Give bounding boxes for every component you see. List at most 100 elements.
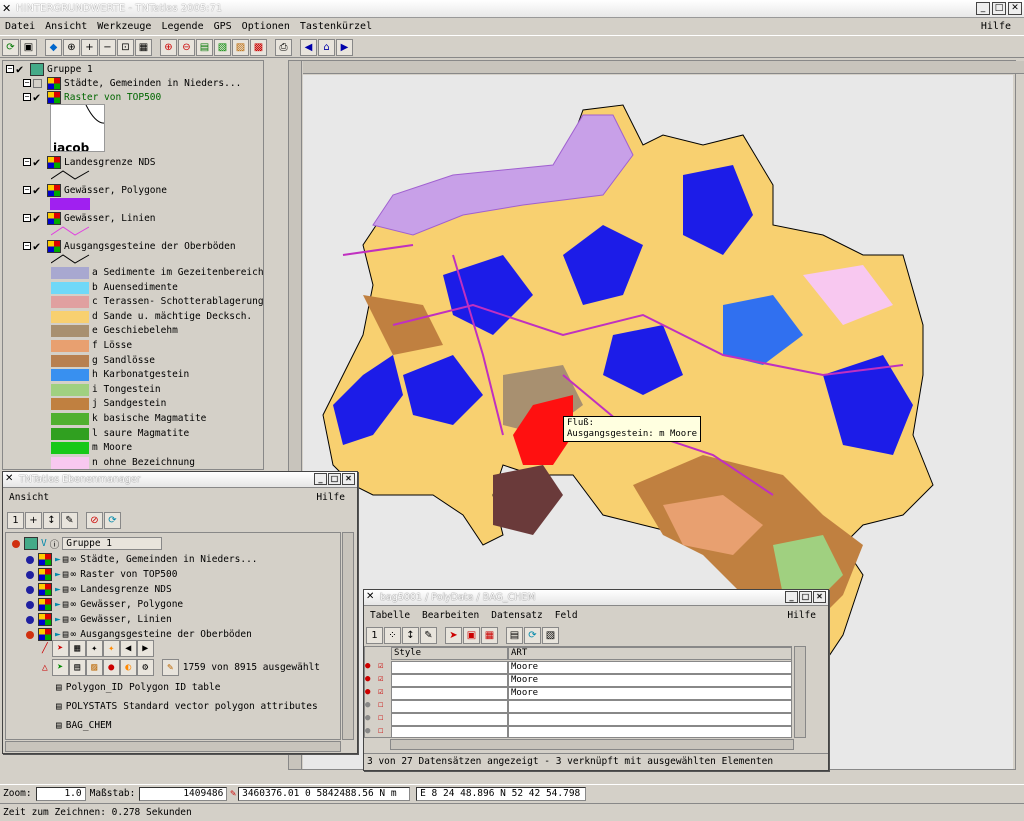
print-icon[interactable]: ⎙ <box>275 39 292 56</box>
collapse-icon[interactable]: − <box>23 214 31 222</box>
row-checkbox[interactable]: ☑ <box>378 687 391 700</box>
minimize-button[interactable]: _ <box>785 591 798 603</box>
selected-arrow-icon[interactable]: ➤ <box>51 659 69 676</box>
zoom-area-icon[interactable]: ⊕ <box>63 39 80 56</box>
table-row[interactable]: ● ☐ <box>365 713 791 726</box>
menu-legende[interactable]: Legende <box>156 21 208 32</box>
layer-manager-hscroll[interactable] <box>5 741 341 752</box>
select-pointer-icon[interactable]: ➤ <box>51 640 69 657</box>
edit-icon[interactable]: ✎ <box>420 627 437 644</box>
table-row[interactable]: ●☑Moore14 <box>365 687 791 700</box>
glasses-icon[interactable]: ∞ <box>70 554 76 565</box>
glasses-icon[interactable]: ∞ <box>70 599 76 610</box>
cell-style[interactable] <box>391 661 508 674</box>
info-icon[interactable]: ⓘ <box>50 537 60 551</box>
legend-group[interactable]: − ✔ Gruppe 1 <box>6 62 93 76</box>
collapse-icon[interactable]: − <box>23 93 31 101</box>
checkmark-icon[interactable]: ✔ <box>33 211 45 225</box>
grid-icon[interactable]: ▤ <box>68 659 86 676</box>
layer-manager-layer[interactable]: ► ▤ ∞ Landesgrenze NDS <box>26 582 172 597</box>
cell-art[interactable]: Moore <box>508 674 791 687</box>
status-dot[interactable] <box>26 555 34 564</box>
collapse-icon[interactable]: − <box>23 242 31 250</box>
checkmark-icon[interactable]: ✔ <box>33 155 45 169</box>
menu-ansicht[interactable]: Ansicht <box>40 21 92 32</box>
layer-manager-layer[interactable]: ► ▤ ∞ Gewässer, Polygone <box>26 597 183 612</box>
select-grid-icon[interactable]: ▦ <box>481 627 498 644</box>
collapse-icon[interactable]: − <box>23 158 31 166</box>
minimize-button[interactable]: _ <box>314 473 327 485</box>
next-icon[interactable]: ▶ <box>136 640 154 657</box>
add-group-icon[interactable]: + <box>25 512 42 529</box>
legend-layer-gewasser-linien[interactable]: − ✔ Gewässer, Linien <box>23 211 156 225</box>
glasses-icon[interactable]: ∞ <box>70 569 76 580</box>
zoom-field[interactable]: 1.0 <box>35 786 86 801</box>
glasses-icon[interactable]: ∞ <box>70 629 76 640</box>
cell-style[interactable] <box>391 687 508 700</box>
cell-art[interactable]: Moore <box>508 661 791 674</box>
close-button[interactable]: ✕ <box>342 473 355 485</box>
row-status-icon[interactable]: ● <box>365 687 378 700</box>
table-row-polystats[interactable]: ▤ POLYSTATS Standard vector polygon attr… <box>56 699 318 714</box>
row-status-icon[interactable]: ● <box>365 713 378 726</box>
expand-icon[interactable]: ► <box>55 569 61 580</box>
menu-hilfe[interactable]: Hilfe <box>976 21 1016 32</box>
legend-layer-raster[interactable]: − ✔ Raster von TOP500 <box>23 90 161 104</box>
edit-layer-icon[interactable]: ▧ <box>214 39 231 56</box>
table-icon[interactable]: ▦ <box>68 640 86 657</box>
style-icon[interactable]: ▨ <box>85 659 103 676</box>
scale-field[interactable]: 1409486 <box>139 786 228 801</box>
fill-icon[interactable]: ◐ <box>119 659 137 676</box>
cell-art[interactable]: Moore <box>508 687 791 700</box>
collapse-icon[interactable]: − <box>6 65 14 73</box>
multi-record-icon[interactable]: ⁘ <box>384 627 401 644</box>
zoom-out-icon[interactable]: − <box>99 39 116 56</box>
pan-icon[interactable]: ◆ <box>45 39 62 56</box>
map-horizontal-scrollbar[interactable] <box>303 61 1024 74</box>
close-button[interactable]: ✕ <box>813 591 826 603</box>
cell-style[interactable] <box>391 713 508 726</box>
menu-feld[interactable]: Feld <box>549 610 584 621</box>
move-icon[interactable]: ↕ <box>402 627 419 644</box>
menu-optionen[interactable]: Optionen <box>237 21 295 32</box>
tools-icon[interactable]: ✦ <box>85 640 103 657</box>
close-button[interactable]: ✕ <box>1008 2 1022 15</box>
legend-layer-ausgangsgesteine[interactable]: − ✔ Ausgangsgesteine der Oberböden <box>23 239 236 253</box>
checkmark-icon[interactable]: ✔ <box>33 90 45 104</box>
menu-datei[interactable]: Datei <box>0 21 40 32</box>
table-view-icon[interactable]: ▤ <box>506 627 523 644</box>
attributes-icon[interactable]: ▨ <box>232 39 249 56</box>
checkbox-icon[interactable] <box>33 78 42 88</box>
refresh-icon[interactable]: ⟳ <box>2 39 19 56</box>
row-checkbox[interactable]: ☑ <box>378 674 391 687</box>
layer-manager-group[interactable]: V ⓘ Gruppe 1 <box>12 536 163 551</box>
expand-icon[interactable]: ► <box>55 629 61 640</box>
line-tool-icon[interactable]: ╱ <box>42 643 48 654</box>
visible-icon[interactable]: V <box>41 538 47 549</box>
single-record-icon[interactable]: 1 <box>366 627 383 644</box>
checkmark-icon[interactable]: ✔ <box>16 62 28 76</box>
group-name-field[interactable]: Gruppe 1 <box>62 537 163 550</box>
glasses-icon[interactable]: ∞ <box>70 584 76 595</box>
table-row[interactable]: ● ☐ <box>365 700 791 713</box>
cell-style[interactable] <box>391 700 508 713</box>
menu-werkzeuge[interactable]: Werkzeuge <box>92 21 156 32</box>
tool-icon[interactable]: ✎ <box>61 512 78 529</box>
checkmark-icon[interactable]: ✔ <box>33 239 45 253</box>
menu-hilfe[interactable]: Hilfe <box>781 610 822 621</box>
full-view-icon[interactable]: ▣ <box>20 39 37 56</box>
column-header-style[interactable]: Style <box>391 647 508 660</box>
table-row-polygon-id[interactable]: ▤ Polygon_ID Polygon ID table <box>56 680 220 695</box>
legend-layer-landesgrenze[interactable]: − ✔ Landesgrenze NDS <box>23 155 156 169</box>
zoom-box-icon[interactable]: ⊡ <box>117 39 134 56</box>
select-icon[interactable]: ▩ <box>250 39 267 56</box>
cell-art[interactable] <box>508 700 791 713</box>
legend-layer-stadte[interactable]: − Städte, Gemeinden in Nieders... <box>23 76 241 90</box>
add-layer-icon[interactable]: 1 <box>7 512 24 529</box>
layer-manager-vscroll[interactable] <box>342 532 354 740</box>
menu-gps[interactable]: GPS <box>209 21 237 32</box>
status-dot[interactable] <box>26 600 34 609</box>
table-row-bag-chem[interactable]: ▤ BAG_CHEM <box>56 718 112 733</box>
status-dot[interactable] <box>26 630 34 639</box>
menu-hilfe[interactable]: Hilfe <box>310 492 351 503</box>
